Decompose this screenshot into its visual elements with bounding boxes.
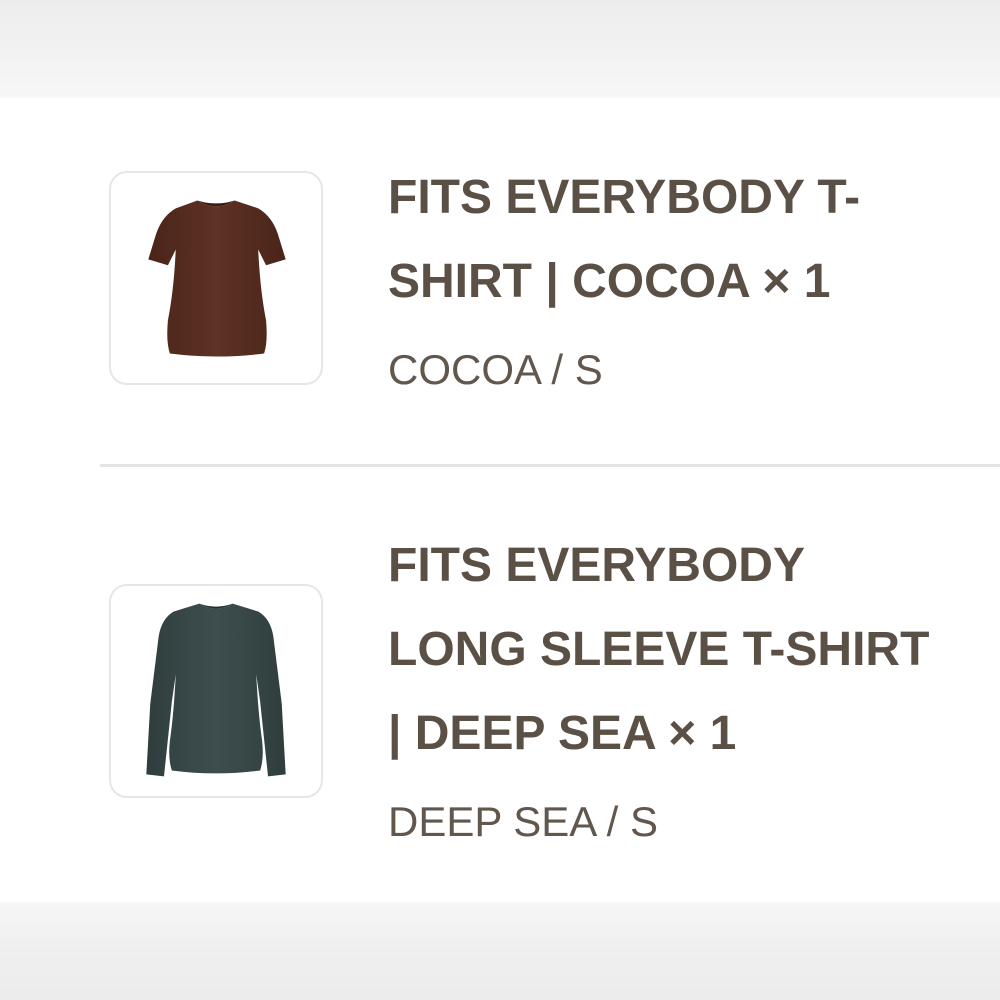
product-title-line: FITS EVERYBODY T- [388,171,861,224]
order-item-cocoa-tshirt[interactable]: FITS EVERYBODY T- SHIRT | COCOA × 1 COCO… [100,98,1000,464]
order-item-deep-sea-long-sleeve[interactable]: FITS EVERYBODY LONG SLEEVE T-SHIRT | DEE… [100,467,1000,902]
product-title-line: LONG SLEEVE T-SHIRT [388,623,930,676]
product-title[interactable]: FITS EVERYBODY T- SHIRT | COCOA × 1 [388,156,1000,324]
product-title[interactable]: FITS EVERYBODY LONG SLEEVE T-SHIRT | DEE… [388,524,1000,776]
product-title-line: SHIRT | COCOA × 1 [388,255,831,308]
order-items-page: FITS EVERYBODY T- SHIRT | COCOA × 1 COCO… [0,0,1000,1000]
product-title-line: | DEEP SEA × 1 [388,707,737,760]
product-thumbnail[interactable] [109,171,323,385]
top-blurred-edge [0,0,1000,98]
product-thumbnail[interactable] [109,584,323,798]
product-variant: DEEP SEA / S [388,798,659,845]
long-sleeve-tshirt-icon [146,603,286,777]
bottom-blurred-edge [0,902,1000,1000]
order-items-list: FITS EVERYBODY T- SHIRT | COCOA × 1 COCO… [100,98,1000,902]
short-sleeve-tshirt-icon [148,200,286,357]
product-title-line: FITS EVERYBODY [388,539,805,592]
product-variant: COCOA / S [388,346,603,393]
